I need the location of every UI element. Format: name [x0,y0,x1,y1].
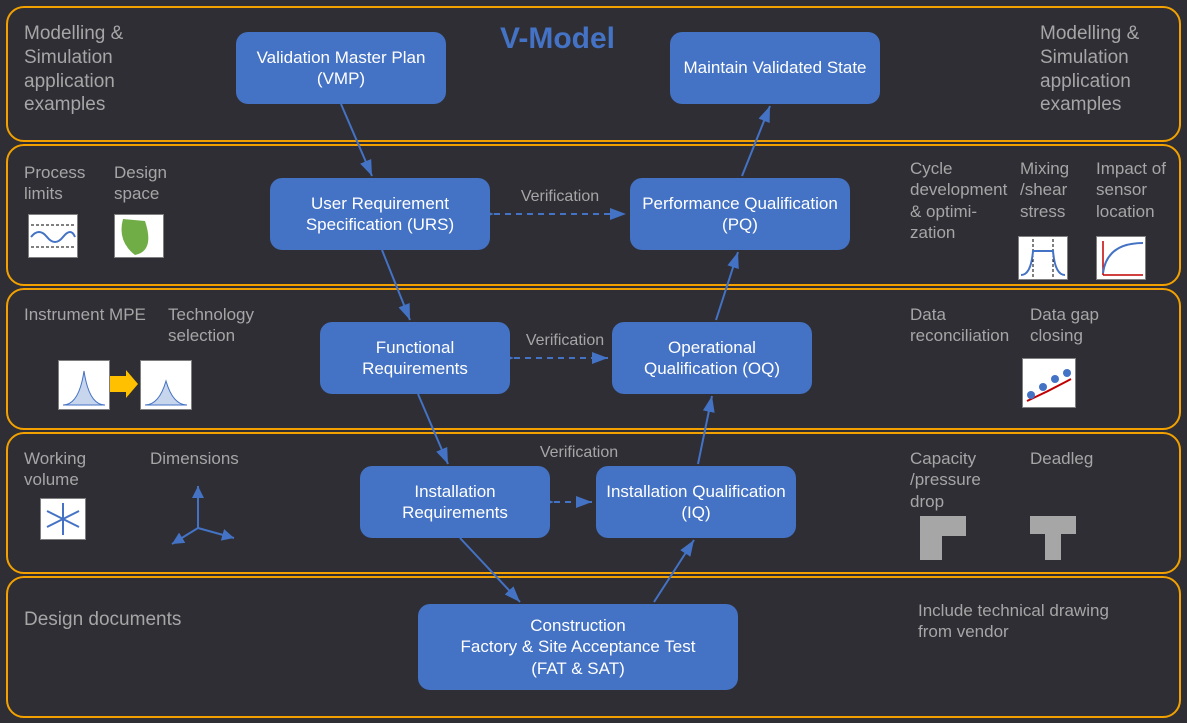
diagram-title: V-Model [500,22,615,56]
node-fat: Construction Factory & Site Acceptance T… [418,604,738,690]
sensor-location-icon [1096,236,1146,280]
node-oq: Operational Qualification (OQ) [612,322,812,394]
verif-1: Verification [515,188,605,206]
row2-label-design-space: Design space [114,162,194,205]
row5-left-label: Design documents [24,608,184,632]
row4-label-volume: Working volume [24,448,114,491]
capacity-icon [920,516,966,560]
row4-label-deadleg: Deadleg [1030,448,1120,469]
node-iq: Installation Qualification (IQ) [596,466,796,538]
row2-label-process-limits: Process limits [24,162,104,205]
mpe-icon-a [58,360,110,410]
working-volume-icon [40,498,86,540]
row1-left-label: Modelling & Simulation application examp… [24,22,164,117]
node-fr: Functional Requirements [320,322,510,394]
node-ir: Installation Requirements [360,466,550,538]
row2-label-sensor: Impact of sensor location [1096,158,1176,222]
row2-label-cycle: Cycle develop­ment & optimi­zation [910,158,1010,243]
mpe-arrow-icon [108,368,140,400]
process-limits-icon [28,214,78,258]
reconciliation-icon [1022,358,1076,408]
row3-label-gap: Data gap closing [1030,304,1130,347]
design-space-icon [114,214,164,258]
row3-label-recon: Data reconciliation [910,304,1030,347]
row4-label-capacity: Capacity /pressure drop [910,448,1010,512]
dimensions-icon [168,478,242,552]
row5-right-label: Include technical drawing from vendor [918,600,1118,643]
node-vmp: Validation Master Plan (VMP) [236,32,446,104]
verif-3: Verification [534,444,624,462]
row4-label-dim: Dimensions [150,448,260,469]
deadleg-icon [1030,516,1076,560]
node-maintain: Maintain Validated State [670,32,880,104]
node-urs: User Requirement Specification (URS) [270,178,490,250]
verif-2: Verification [520,332,610,350]
v-model-diagram: V-Model Modelling & Simulation applicati… [0,0,1187,723]
row3-label-mpe: Instrument MPE [24,304,174,325]
row1-right-label: Modelling & Simulation application examp… [1040,22,1180,117]
row3-label-tech: Technology selection [168,304,278,347]
node-pq: Performance Qualification (PQ) [630,178,850,250]
mixing-icon [1018,236,1068,280]
mpe-icon-b [140,360,192,410]
row2-label-mixing: Mixing /shear stress [1020,158,1090,222]
